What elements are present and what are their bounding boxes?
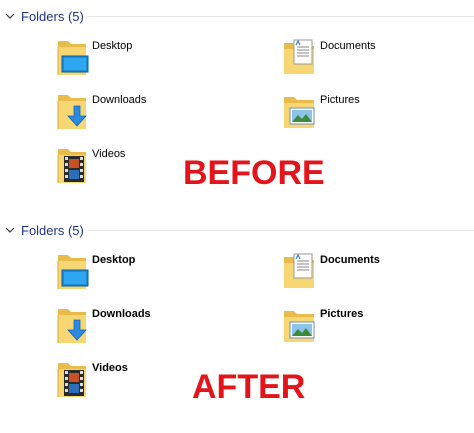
folder-label: Videos [92, 362, 128, 374]
folder-label: Downloads [92, 94, 147, 106]
after-caption: AFTER [192, 368, 306, 406]
folder-label: Pictures [320, 308, 364, 320]
pictures-folder-icon [284, 311, 315, 342]
folders-group-header[interactable]: Folders (5) [4, 6, 84, 26]
folder-item-downloads[interactable]: Downloads [52, 306, 252, 350]
pictures-folder-icon [284, 97, 315, 128]
videos-folder-icon [57, 148, 87, 184]
folder-item-desktop[interactable]: Desktop [52, 38, 252, 82]
before-caption: BEFORE [183, 154, 325, 192]
folder-item-pictures[interactable]: Pictures [280, 92, 474, 136]
folders-group-label: Folders (5) [21, 8, 84, 24]
folder-label: Downloads [92, 308, 151, 320]
folders-group-after: Folders (5) Desktop Documents Downloads [0, 214, 474, 414]
folders-group-label: Folders (5) [21, 222, 84, 238]
videos-folder-icon [57, 362, 87, 398]
downloads-folder-icon [57, 94, 87, 130]
chevron-down-icon [5, 227, 15, 233]
folder-label: Pictures [320, 94, 360, 106]
folder-item-desktop[interactable]: Desktop [52, 252, 252, 296]
folder-label: Desktop [92, 40, 133, 52]
folders-group-header[interactable]: Folders (5) [4, 220, 84, 240]
chevron-down-icon [5, 13, 15, 19]
folder-item-documents[interactable]: Documents [280, 38, 474, 82]
folders-group-before: Folders (5) Desktop Documents Downloads [0, 0, 474, 200]
folder-label: Documents [320, 254, 380, 266]
folder-label: Desktop [92, 254, 136, 266]
folder-item-documents[interactable]: Documents [280, 252, 474, 296]
folder-item-downloads[interactable]: Downloads [52, 92, 252, 136]
downloads-folder-icon [57, 308, 87, 344]
desktop-folder-icon [57, 40, 89, 76]
desktop-folder-icon [57, 254, 89, 290]
folder-label: Videos [92, 148, 126, 160]
header-divider [87, 230, 474, 231]
folder-item-pictures[interactable]: Pictures [280, 306, 474, 350]
documents-folder-icon [284, 39, 314, 74]
folder-label: Documents [320, 40, 376, 52]
documents-folder-icon [284, 253, 314, 288]
header-divider [87, 16, 474, 17]
